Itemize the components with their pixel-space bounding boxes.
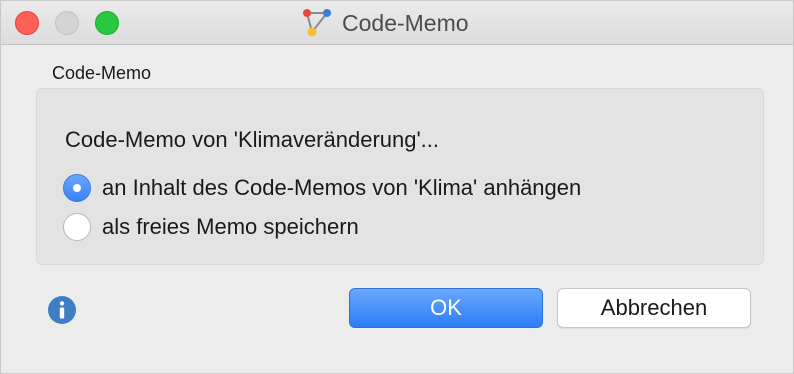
window-title-group: Code-Memo	[301, 7, 469, 39]
radio-button-selected[interactable]	[63, 174, 91, 202]
code-memo-dialog: Code-Memo Code-Memo Code-Memo von 'Klima…	[0, 0, 794, 374]
radio-label-append[interactable]: an Inhalt des Code-Memos von 'Klima' anh…	[102, 175, 581, 201]
code-memo-app-icon	[303, 9, 331, 37]
info-icon[interactable]	[47, 295, 77, 325]
close-window-button[interactable]	[15, 11, 39, 35]
zoom-window-button[interactable]	[95, 11, 119, 35]
group-label: Code-Memo	[52, 63, 152, 83]
cancel-button[interactable]: Abbrechen	[557, 288, 751, 328]
ok-button[interactable]: OK	[349, 288, 543, 328]
radio-button-unselected[interactable]	[63, 213, 91, 241]
dialog-prompt: Code-Memo von 'Klimaveränderung'...	[65, 127, 440, 152]
radio-option-append[interactable]: an Inhalt des Code-Memos von 'Klima' anh…	[63, 174, 581, 202]
title-bar[interactable]: Code-Memo	[1, 1, 793, 45]
window-title: Code-Memo	[342, 9, 469, 36]
minimize-window-button[interactable]	[55, 11, 79, 35]
radio-option-free-memo[interactable]: als freies Memo speichern	[63, 213, 359, 241]
radio-label-free-memo[interactable]: als freies Memo speichern	[102, 214, 359, 240]
